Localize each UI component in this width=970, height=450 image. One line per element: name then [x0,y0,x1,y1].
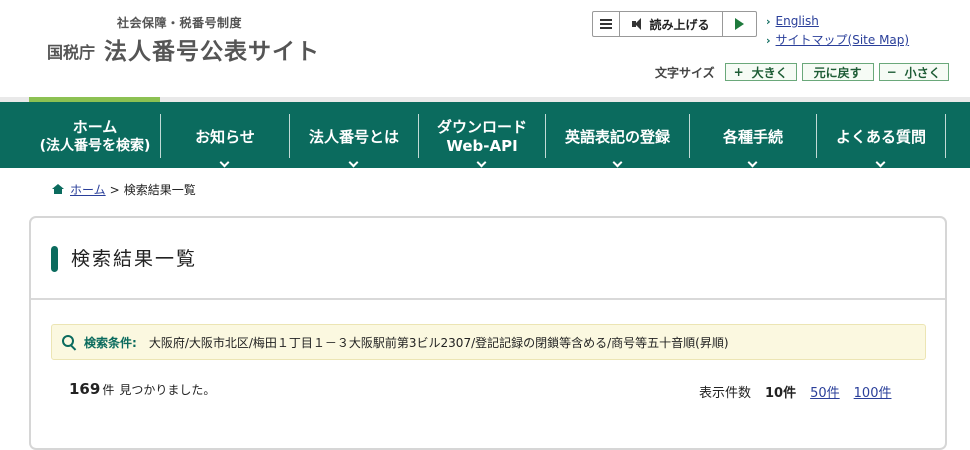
per-page-100-link[interactable]: 100件 [854,382,892,401]
font-reset-label: 元に戻す [813,65,862,80]
result-count-text: 見つかりました。 [119,383,216,397]
chevron-down-icon [476,157,487,168]
search-condition-label: 検索条件: [84,335,137,350]
site-logo-title[interactable]: 法人番号公表サイト [104,32,320,66]
english-link[interactable]: › English [766,12,909,31]
global-nav: ホーム (法人番号を検索) お知らせ 法人番号とは ダウンロード Web-API… [0,102,970,168]
minus-icon: − [886,65,897,79]
nav-item-label: よくある質問 [835,127,926,146]
plus-icon: + [733,65,744,79]
play-icon [735,18,744,30]
title-accent-bar [51,246,58,272]
nav-item-english-registration[interactable]: 英語表記の登録 [546,114,689,168]
chevron-down-icon [612,157,622,168]
nav-divider [945,114,946,158]
nav-item-sublabel: Web-API [446,137,518,155]
nav-item-label: ダウンロード [436,118,527,136]
title-divider [31,298,945,300]
nav-item-faq[interactable]: よくある質問 [817,114,945,168]
nav-item-label: 各種手続 [722,127,783,146]
menu-icon [600,19,612,29]
chevron-down-icon [348,157,359,168]
chevron-right-icon: › [766,34,771,47]
breadcrumb: ホーム > 検索結果一覧 [52,181,196,198]
sitemap-link[interactable]: › サイトマップ(Site Map) [766,31,909,50]
chevron-down-icon [875,157,886,168]
font-size-controls: 文字サイズ + 大きく 元に戻す − 小さく [655,63,954,81]
chevron-down-icon [219,157,230,168]
nav-item-label: 法人番号とは [308,127,399,146]
search-condition-box: 検索条件: 大阪府/大阪市北区/梅田１丁目１－３大阪駅前第3ビル2307/登記記… [51,324,926,360]
agency-name[interactable]: 国税庁 [47,39,95,63]
font-smaller-button[interactable]: − 小さく [878,63,949,81]
font-larger-button[interactable]: + 大きく [724,63,797,81]
breadcrumb-separator: > [109,182,120,197]
read-aloud-label: 読み上げる [649,17,710,32]
home-icon [52,184,64,195]
speech-menu-button[interactable] [593,12,620,36]
breadcrumb-current: 検索結果一覧 [123,183,196,197]
per-page-selector: 表示件数 10件 50件 100件 [699,382,905,401]
font-reset-button[interactable]: 元に戻す [801,63,874,81]
nav-item-procedures[interactable]: 各種手続 [690,114,816,168]
header-links: › English › サイトマップ(Site Map) [766,12,909,50]
english-link-label: English [775,14,819,28]
play-button[interactable] [723,12,756,36]
search-condition-value: 大阪府/大阪市北区/梅田１丁目１－３大阪駅前第3ビル2307/登記記録の閉鎖等含… [148,335,729,350]
result-count: 169 件 見つかりました。 [69,380,215,398]
nav-item-download[interactable]: ダウンロード Web-API [419,114,545,168]
speech-toolbar: 読み上げる [592,11,757,37]
chevron-down-icon [747,157,758,168]
sitemap-link-label: サイトマップ(Site Map) [775,33,910,47]
page-title: 検索結果一覧 [71,248,198,270]
font-smaller-label: 小さく [904,65,941,80]
speaker-icon [632,18,646,30]
site-header: 社会保障・税番号制度 国税庁 法人番号公表サイト 読み上げる › English … [0,0,970,97]
site-subtitle: 社会保障・税番号制度 [117,16,243,30]
font-larger-label: 大きく [751,65,788,80]
nav-item-label: お知らせ [195,127,255,146]
per-page-50-link[interactable]: 50件 [810,382,840,401]
breadcrumb-home-link[interactable]: ホーム [70,181,106,198]
font-size-label: 文字サイズ [655,65,715,80]
nav-item-label: ホーム [72,118,118,136]
nav-item-about[interactable]: 法人番号とは [290,114,418,168]
per-page-current: 10件 [765,386,797,401]
chevron-right-icon: › [766,15,771,28]
nav-item-home[interactable]: ホーム (法人番号を検索) [30,114,160,160]
search-icon [62,335,76,349]
nav-item-sublabel: (法人番号を検索) [39,138,151,154]
nav-item-news[interactable]: お知らせ [161,114,289,168]
per-page-label: 表示件数 [699,386,752,401]
read-aloud-button[interactable]: 読み上げる [620,12,723,36]
result-count-number: 169 [69,380,101,398]
nav-item-label: 英語表記の登録 [564,127,670,146]
result-count-unit: 件 [102,383,115,397]
